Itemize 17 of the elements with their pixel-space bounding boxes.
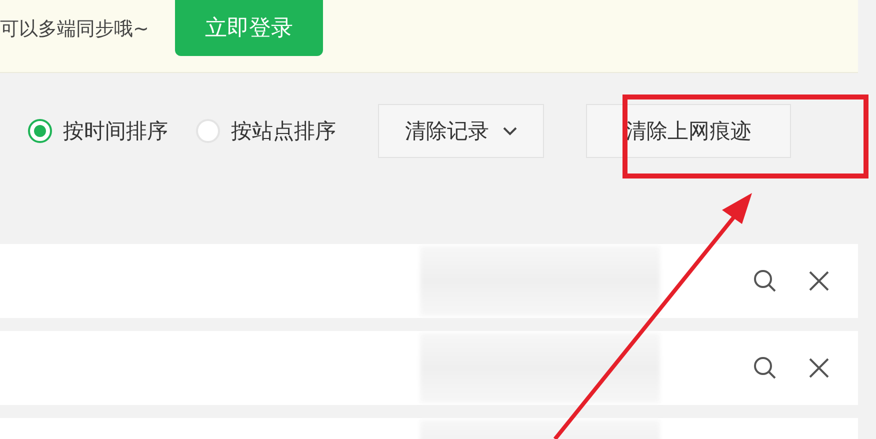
search-button[interactable] — [752, 268, 778, 294]
clear-records-dropdown[interactable]: 清除记录 — [378, 104, 544, 158]
sort-label: 按时间排序 — [63, 118, 168, 145]
search-button[interactable] — [752, 355, 778, 381]
search-icon — [752, 355, 778, 381]
close-icon — [808, 270, 830, 292]
sort-label: 按站点排序 — [231, 118, 336, 145]
close-icon — [808, 357, 830, 379]
clear-traces-button[interactable]: 清除上网痕迹 — [586, 104, 791, 158]
sort-option[interactable]: 按时间排序 — [28, 117, 168, 145]
sort-option[interactable]: 按站点排序 — [196, 117, 336, 145]
chevron-down-icon — [503, 126, 517, 136]
close-button[interactable] — [808, 357, 830, 379]
close-button[interactable] — [808, 270, 830, 292]
search-icon — [752, 268, 778, 294]
banner-message: 可以多端同步哦~ — [0, 17, 149, 42]
radio-button[interactable] — [28, 119, 52, 143]
